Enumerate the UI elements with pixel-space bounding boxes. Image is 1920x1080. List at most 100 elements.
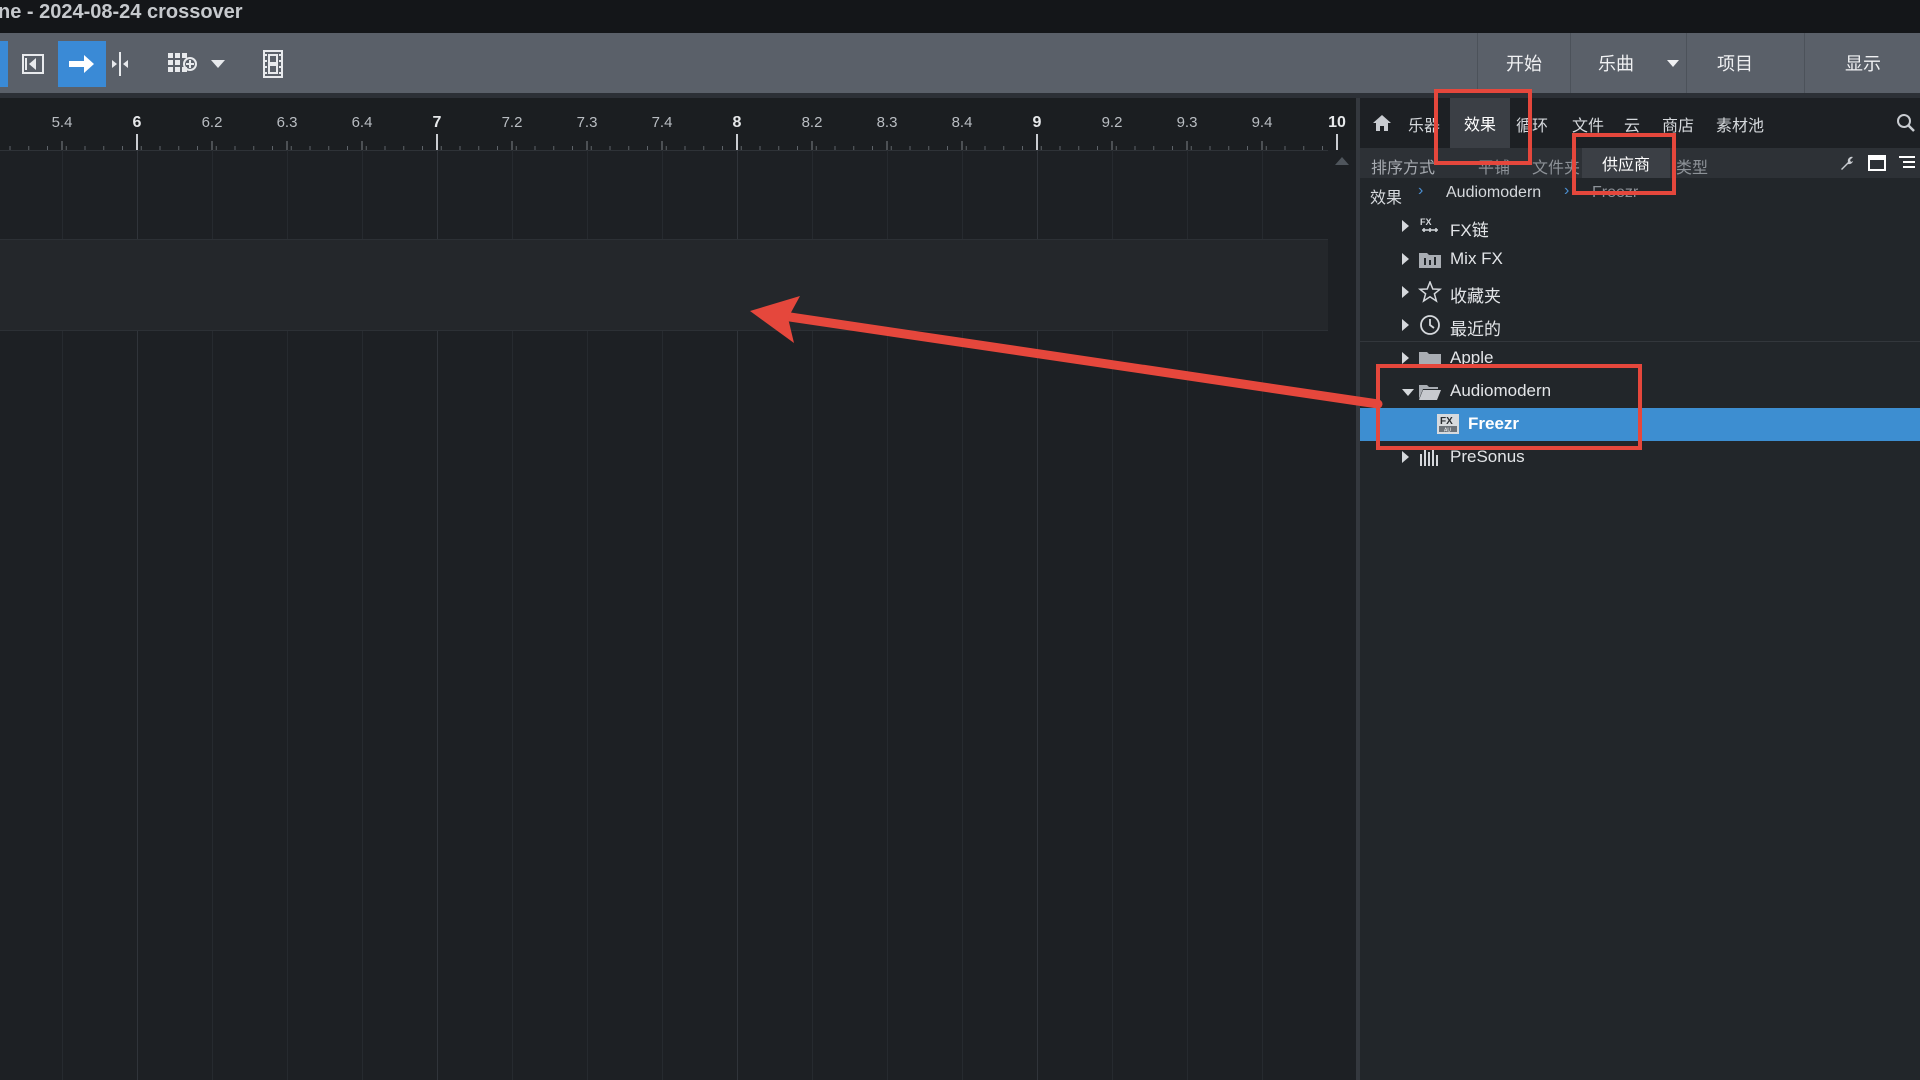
ruler-tick-label: 9.3 <box>1176 114 1198 131</box>
browser-panel: 乐器 效果 循环 文件 云 商店 素材池 排序方式 平铺 文件夹 供应商 类型 … <box>1360 98 1920 1080</box>
main-toolbar: 开始 乐曲 项目 显示 <box>0 33 1920 98</box>
sort-options: 排序方式 平铺 文件夹 供应商 类型 <box>1360 148 1920 178</box>
tree-item-label: Apple <box>1450 348 1494 364</box>
tab-shop[interactable]: 商店 <box>1662 112 1694 136</box>
presonus-icon <box>1420 449 1438 466</box>
dropdown-chevron-icon[interactable] <box>206 41 230 87</box>
browser-tabs: 乐器 效果 循环 文件 云 商店 素材池 <box>1360 98 1920 148</box>
nav-song-dropdown[interactable] <box>1660 33 1685 93</box>
ruler-tick-label: 5.4 <box>51 114 73 131</box>
arrow-tool-icon[interactable] <box>58 41 106 87</box>
toolbar-edge-accent <box>0 41 8 87</box>
nav-show-label: 显示 <box>1845 54 1881 74</box>
svg-text:FX: FX <box>1440 416 1453 427</box>
tab-cloud[interactable]: 云 <box>1624 112 1640 136</box>
folder-icon <box>1419 352 1441 364</box>
ruler-tick-label: 7.2 <box>501 114 523 131</box>
effects-tree: FX FX链 Mix FX 收藏夹 最近的 Apple Audiomodern <box>1360 210 1920 910</box>
tree-item-recent[interactable]: 最近的 <box>1360 309 1920 342</box>
ruler-tick-label: 8.3 <box>876 114 898 131</box>
clock-icon <box>1420 315 1440 335</box>
title-bar: ne - 2024-08-24 crossover <box>0 0 1920 33</box>
tree-item-apple[interactable]: Apple <box>1360 342 1920 364</box>
sort-vendor[interactable]: 供应商 <box>1582 148 1670 178</box>
window-icon[interactable] <box>1868 155 1886 171</box>
nav-start-button[interactable]: 开始 <box>1477 33 1570 93</box>
nav-project-button[interactable]: 项目 <box>1686 33 1783 93</box>
window-title: ne - 2024-08-24 crossover <box>0 1 243 23</box>
tab-loops[interactable]: 循环 <box>1516 112 1548 136</box>
wrench-icon[interactable] <box>1838 154 1856 172</box>
sort-flat[interactable]: 平铺 <box>1478 154 1510 178</box>
tab-pool[interactable]: 素材池 <box>1716 112 1764 136</box>
list-view-icon[interactable] <box>1898 155 1916 171</box>
ruler-tick-label: 6.4 <box>351 114 373 131</box>
home-icon[interactable] <box>1372 114 1392 132</box>
tree-item-label: 收藏夹 <box>1450 287 1501 306</box>
nav-show-button[interactable]: 显示 <box>1804 33 1920 93</box>
breadcrumb-vendor[interactable]: Audiomodern <box>1446 184 1541 202</box>
ruler-tick-label: 9.4 <box>1251 114 1273 131</box>
ruler-tick-label: 7.3 <box>576 114 598 131</box>
mix-fx-icon <box>1419 253 1441 268</box>
expand-arrow-icon[interactable] <box>1402 451 1409 463</box>
tree-item-presonus[interactable]: PreSonus <box>1360 441 1920 474</box>
tree-item-freezr[interactable]: FX AU Freezr <box>1360 408 1920 441</box>
loop-back-icon[interactable] <box>14 41 52 87</box>
fx-chain-icon: FX <box>1420 217 1438 232</box>
breadcrumb-root[interactable]: 效果 <box>1370 184 1402 208</box>
sort-label: 排序方式 <box>1371 160 1436 177</box>
timeline-ruler[interactable]: 5.4 6 6.2 6.3 6.4 7 7.2 7.3 7.4 8 8.2 8.3 8.4 9 9.2 9.3… <box>0 98 1356 151</box>
arrange-view[interactable]: 5.4 6 6.2 6.3 6.4 7 7.2 7.3 7.4 8 8.2 8.3 8.4 9 9.2 9.3… <box>0 98 1356 1080</box>
ruler-tick-label: 6 <box>132 114 142 131</box>
fx-au-plugin-icon: FXAU <box>1437 414 1459 434</box>
ruler-tick-label: 6.3 <box>276 114 298 131</box>
tab-effects[interactable]: 效果 <box>1450 98 1510 148</box>
tree-item-audiomodern[interactable]: Audiomodern <box>1360 375 1920 408</box>
nav-project-label: 项目 <box>1717 54 1753 74</box>
search-icon[interactable] <box>1896 113 1916 133</box>
nav-start-label: 开始 <box>1506 54 1542 74</box>
ruler-tick-label: 9.2 <box>1101 114 1123 131</box>
nav-song-button[interactable]: 乐曲 <box>1570 33 1661 93</box>
grid-snap-icon[interactable] <box>162 41 204 87</box>
tree-item-label: 最近的 <box>1450 320 1501 339</box>
tree-item-mix-fx[interactable]: Mix FX <box>1360 243 1920 276</box>
tree-item-fx-chain[interactable]: FX FX链 <box>1360 210 1920 243</box>
breadcrumb-plugin[interactable]: Freezr <box>1592 184 1638 202</box>
chevron-right-icon: › <box>1418 182 1424 199</box>
expand-arrow-icon[interactable] <box>1402 253 1409 265</box>
split-tool-icon[interactable] <box>106 41 134 87</box>
ruler-tick-label: 7.4 <box>651 114 673 131</box>
chevron-down-icon <box>1666 59 1679 67</box>
expand-arrow-icon[interactable] <box>1402 319 1409 331</box>
track-lane[interactable] <box>0 239 1328 331</box>
nav-song-label: 乐曲 <box>1598 54 1634 74</box>
video-icon[interactable] <box>254 41 292 87</box>
expand-arrow-icon[interactable] <box>1402 220 1409 232</box>
tab-files[interactable]: 文件 <box>1572 112 1604 136</box>
collapse-arrow-icon[interactable] <box>1402 389 1414 396</box>
tree-item-favorites[interactable]: 收藏夹 <box>1360 276 1920 309</box>
tree-item-label: Mix FX <box>1450 249 1503 268</box>
ruler-tick-label: 8 <box>732 114 742 131</box>
tree-item-label: Freezr <box>1468 414 1520 433</box>
expand-arrow-icon[interactable] <box>1402 352 1409 364</box>
sort-type[interactable]: 类型 <box>1676 154 1708 178</box>
tree-item-label: FX链 <box>1450 221 1489 240</box>
star-icon <box>1418 281 1442 303</box>
tree-item-label: Audiomodern <box>1450 381 1552 400</box>
expand-arrow-icon[interactable] <box>1402 286 1409 298</box>
vertical-scrollbar[interactable] <box>1328 150 1356 1080</box>
breadcrumb: 效果 › Audiomodern › Freezr <box>1360 178 1920 210</box>
chevron-right-icon: › <box>1564 182 1570 199</box>
scroll-up-icon[interactable] <box>1334 156 1350 166</box>
ruler-tick-label: 9 <box>1032 114 1042 131</box>
ruler-tick-label: 7 <box>432 114 442 131</box>
tree-item-label: PreSonus <box>1450 447 1525 466</box>
sort-folder[interactable]: 文件夹 <box>1532 154 1580 178</box>
ruler-tick-label: 8.2 <box>801 114 823 131</box>
ruler-tick-label: 8.4 <box>951 114 973 131</box>
tab-instruments[interactable]: 乐器 <box>1408 112 1440 136</box>
svg-text:FX: FX <box>1420 217 1432 227</box>
